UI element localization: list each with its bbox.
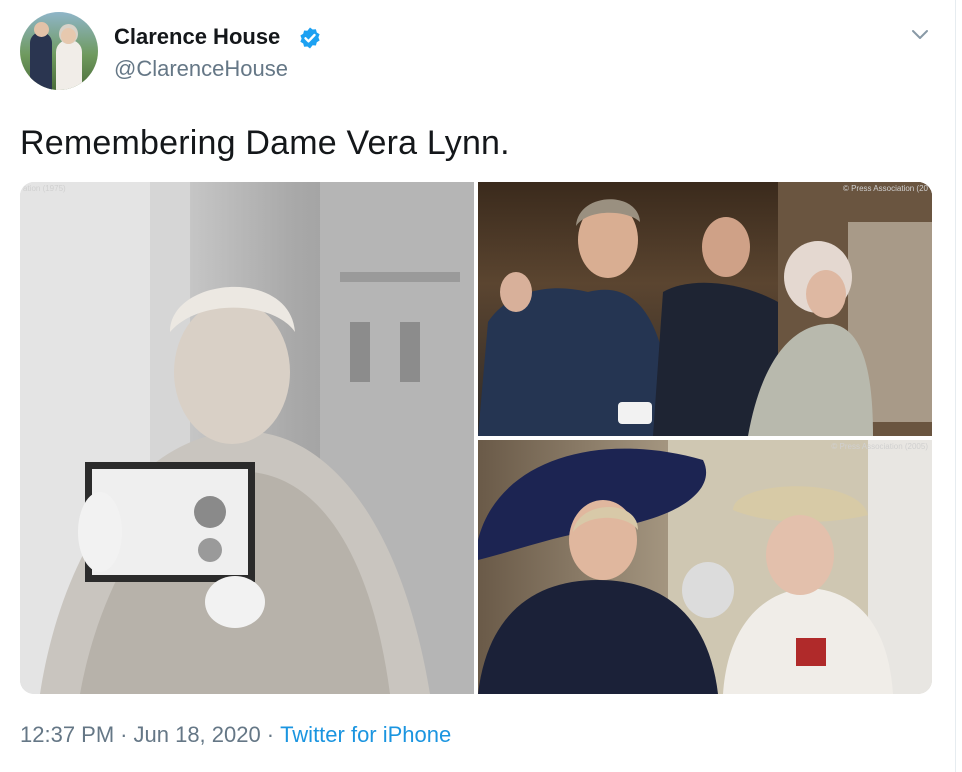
tweet-text: Remembering Dame Vera Lynn.	[20, 124, 510, 162]
tweet-date[interactable]: Jun 18, 2020	[134, 722, 261, 747]
photo1-credit: ation (1975)	[23, 184, 66, 193]
media-grid: ation (1975) © Press Association (20 © P…	[20, 182, 932, 694]
avatar-head-right	[61, 28, 76, 44]
account-handle[interactable]: @ClarenceHouse	[114, 56, 288, 82]
display-name[interactable]: Clarence House	[114, 24, 280, 50]
avatar-figure-left	[30, 32, 52, 90]
photo3-credit: © Press Association (2005)	[831, 442, 928, 451]
tweet-time[interactable]: 12:37 PM	[20, 722, 114, 747]
photo-duchess-cornwall-drawing	[478, 440, 932, 694]
avatar-figure-right	[56, 40, 82, 90]
meta-separator: ·	[266, 722, 275, 747]
photo-vera-lynn-medal[interactable]: ation (1975)	[20, 182, 474, 694]
photo2-credit: © Press Association (20	[842, 184, 928, 193]
tweet-source-link[interactable]: Twitter for iPhone	[280, 722, 451, 747]
verified-badge-icon	[300, 27, 320, 49]
photo-vera-lynn-medal-drawing	[20, 182, 474, 694]
meta-separator: ·	[120, 722, 128, 747]
column-divider	[955, 0, 956, 772]
tweet: Clarence House @ClarenceHouse Rememberin…	[0, 0, 962, 772]
avatar-head-left	[34, 22, 49, 37]
avatar[interactable]	[20, 12, 98, 90]
chevron-down-icon[interactable]	[908, 22, 932, 46]
photo-prince-charles[interactable]: © Press Association (20	[478, 182, 932, 436]
photo-prince-charles-drawing	[478, 182, 932, 436]
tweet-metadata: 12:37 PM · Jun 18, 2020 · Twitter for iPhone	[20, 722, 451, 748]
photo-duchess-cornwall[interactable]: © Press Association (2005)	[478, 440, 932, 694]
